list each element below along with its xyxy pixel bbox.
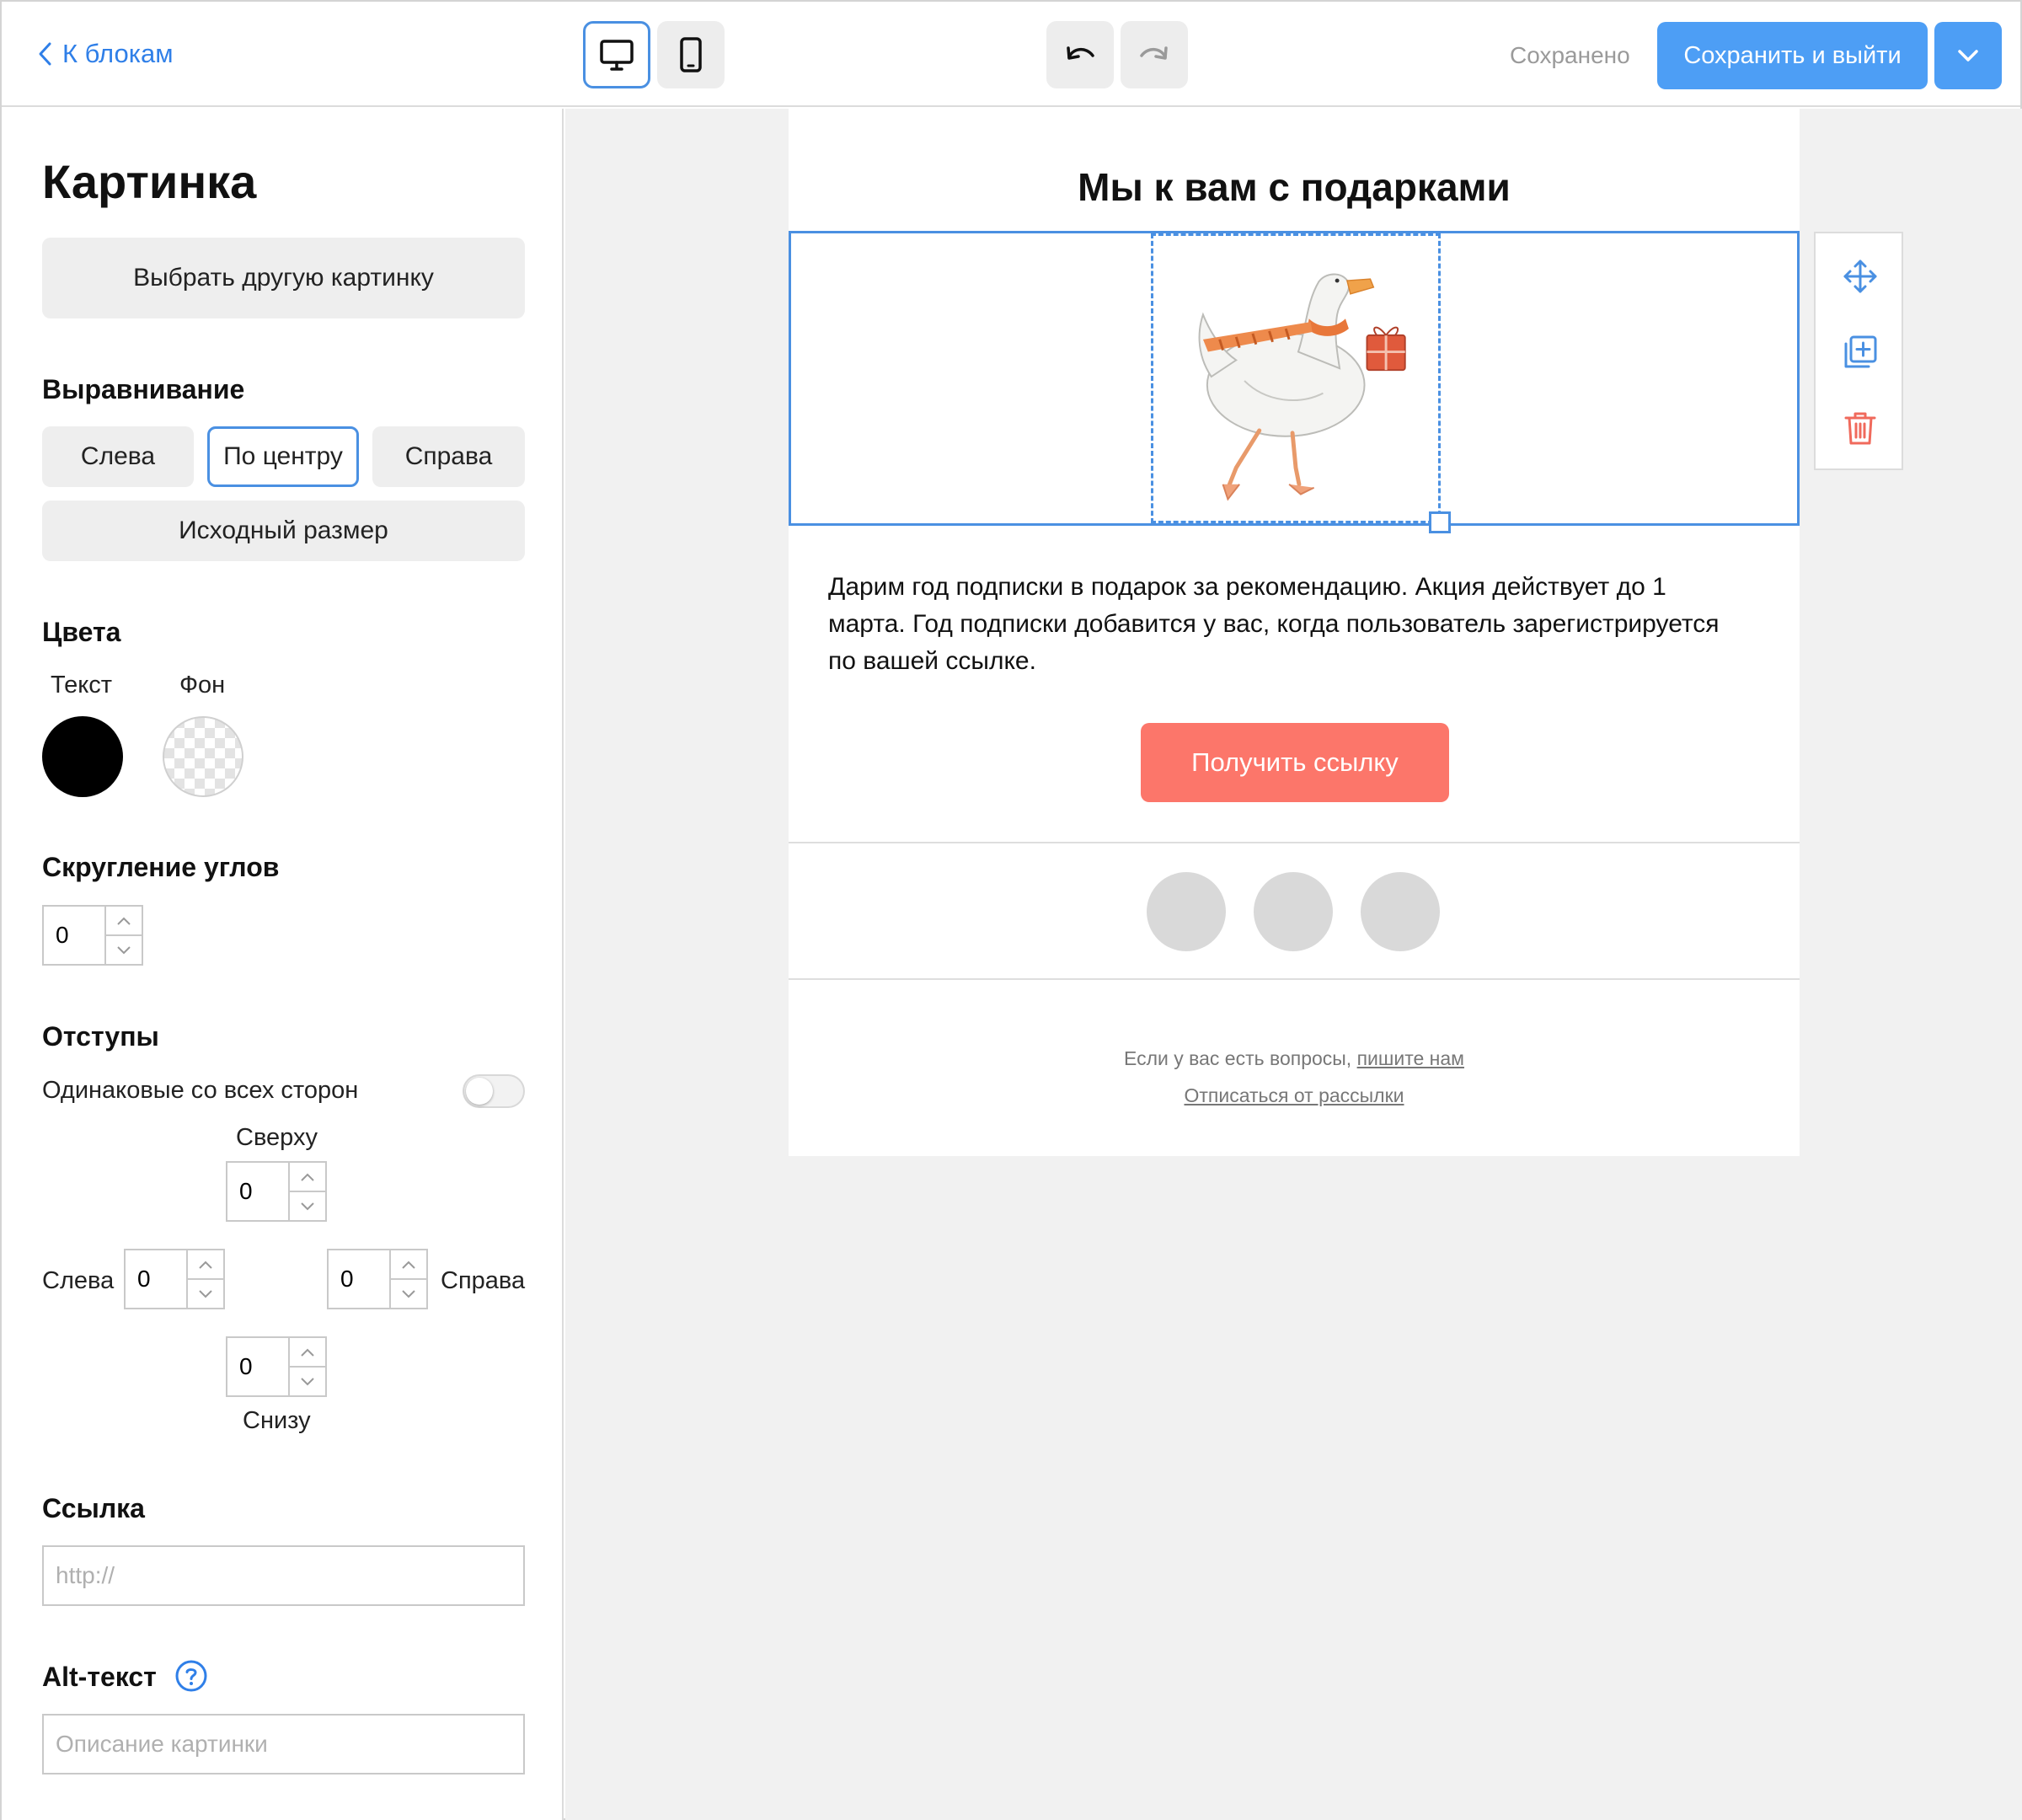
chevron-down-icon <box>402 1289 415 1298</box>
alignment-section-title: Выравнивание <box>42 374 245 404</box>
padding-left-input[interactable] <box>126 1250 186 1308</box>
chevron-down-icon <box>117 945 131 954</box>
toggle-knob <box>466 1078 493 1105</box>
footer-question: Если у вас есть вопросы, пишите нам <box>789 1047 1800 1070</box>
chevron-up-icon <box>117 917 131 925</box>
delete-block-button[interactable] <box>1837 405 1883 451</box>
divider <box>789 978 1800 980</box>
trash-icon <box>1844 412 1876 445</box>
corner-radius-section-title: Скругление углов <box>42 852 280 882</box>
chevron-down-icon <box>1958 50 1978 62</box>
padding-top-input[interactable] <box>227 1163 288 1220</box>
duplicate-block-button[interactable] <box>1837 329 1883 375</box>
link-input[interactable] <box>42 1545 525 1606</box>
social-icon-1[interactable] <box>1147 872 1226 951</box>
unsubscribe-link[interactable]: Отписаться от рассылки <box>1184 1084 1404 1106</box>
save-status: Сохранено <box>1510 42 1630 68</box>
decrement-button[interactable] <box>391 1278 426 1308</box>
link-section-title: Ссылка <box>42 1493 145 1523</box>
choose-another-image-button[interactable]: Выбрать другую картинку <box>42 238 525 318</box>
email-title[interactable]: Мы к вам с подарками <box>789 164 1800 210</box>
padding-right-label: Справа <box>441 1267 526 1294</box>
help-icon[interactable] <box>174 1659 208 1693</box>
divider <box>789 842 1800 843</box>
block-tools <box>1814 232 1903 470</box>
contact-us-link[interactable]: пишите нам <box>1357 1047 1464 1069</box>
move-block-button[interactable] <box>1837 254 1883 299</box>
social-icon-3[interactable] <box>1361 872 1440 951</box>
goose-illustration <box>1198 273 1406 501</box>
bg-color-swatch[interactable] <box>163 716 243 797</box>
email-preview: Мы к вам с подарками Дарим год подписки … <box>789 109 1800 1156</box>
image-settings-panel: Картинка Выбрать другую картинку Выравни… <box>2 109 564 1820</box>
alt-text-section-title: Alt-текст <box>42 1662 157 1692</box>
redo-icon <box>1140 46 1168 60</box>
monitor-icon <box>600 40 634 71</box>
social-icon-2[interactable] <box>1254 872 1333 951</box>
duplicate-icon <box>1844 335 1877 368</box>
alt-text-input[interactable] <box>42 1714 525 1774</box>
increment-button[interactable] <box>290 1338 325 1366</box>
decrement-button[interactable] <box>106 934 142 964</box>
chevron-down-icon <box>301 1202 314 1210</box>
email-body-text[interactable]: Дарим год подписки в подарок за рекоменд… <box>828 569 1721 680</box>
decrement-button[interactable] <box>290 1366 325 1395</box>
chevron-up-icon <box>402 1261 415 1269</box>
padding-right-stepper[interactable] <box>327 1249 428 1309</box>
increment-button[interactable] <box>106 907 142 934</box>
chevron-down-icon <box>199 1289 212 1298</box>
increment-button[interactable] <box>188 1250 223 1278</box>
panel-title: Картинка <box>42 155 257 208</box>
chevron-down-icon <box>301 1377 314 1385</box>
editor-window: К блокам Сохранено Сохранить и выйти Кар… <box>0 0 2022 1820</box>
desktop-view-button[interactable] <box>583 21 650 88</box>
corner-radius-input[interactable] <box>44 907 104 964</box>
phone-icon <box>680 37 702 72</box>
chevron-up-icon <box>199 1261 212 1269</box>
top-toolbar: К блокам Сохранено Сохранить и выйти <box>2 2 2020 107</box>
padding-left-label: Слева <box>42 1267 115 1294</box>
chevron-up-icon <box>301 1348 314 1357</box>
padding-bottom-stepper[interactable] <box>226 1336 327 1397</box>
mobile-view-button[interactable] <box>657 21 725 88</box>
back-to-blocks-link[interactable]: К блокам <box>37 39 174 69</box>
original-size-button[interactable]: Исходный размер <box>42 500 525 561</box>
corner-radius-stepper[interactable] <box>42 905 143 966</box>
align-right-button[interactable]: Справа <box>372 426 525 487</box>
same-all-sides-toggle[interactable] <box>463 1074 525 1108</box>
save-options-dropdown[interactable] <box>1934 22 2002 89</box>
selected-image-block[interactable] <box>789 231 1800 533</box>
text-color-label: Текст <box>51 672 113 699</box>
save-and-exit-button[interactable]: Сохранить и выйти <box>1657 22 1928 89</box>
padding-right-input[interactable] <box>329 1250 389 1308</box>
increment-button[interactable] <box>290 1163 325 1191</box>
get-link-button[interactable]: Получить ссылку <box>1141 723 1449 802</box>
image-frame[interactable] <box>1151 233 1441 523</box>
back-label: К блокам <box>62 39 174 68</box>
resize-handle[interactable] <box>1429 511 1451 533</box>
padding-bottom-input[interactable] <box>227 1338 288 1395</box>
padding-top-stepper[interactable] <box>226 1161 327 1222</box>
bg-color-label: Фон <box>179 672 226 699</box>
padding-left-stepper[interactable] <box>124 1249 225 1309</box>
chevron-up-icon <box>301 1173 314 1181</box>
move-icon <box>1843 260 1877 293</box>
align-left-button[interactable]: Слева <box>42 426 194 487</box>
align-center-button[interactable]: По центру <box>207 426 359 487</box>
chevron-left-icon <box>39 42 51 66</box>
footer-unsubscribe: Отписаться от рассылки <box>789 1084 1800 1107</box>
undo-button[interactable] <box>1046 21 1114 88</box>
padding-bottom-label: Снизу <box>243 1407 311 1434</box>
undo-icon <box>1067 46 1094 60</box>
padding-top-label: Сверху <box>236 1124 318 1151</box>
same-all-sides-label: Одинаковые со всех сторон <box>42 1077 359 1104</box>
padding-section-title: Отступы <box>42 1021 159 1052</box>
increment-button[interactable] <box>391 1250 426 1278</box>
decrement-button[interactable] <box>290 1191 325 1220</box>
decrement-button[interactable] <box>188 1278 223 1308</box>
redo-button[interactable] <box>1121 21 1188 88</box>
colors-section-title: Цвета <box>42 617 121 647</box>
text-color-swatch[interactable] <box>42 716 123 797</box>
footer-question-text: Если у вас есть вопросы, <box>1124 1047 1357 1069</box>
